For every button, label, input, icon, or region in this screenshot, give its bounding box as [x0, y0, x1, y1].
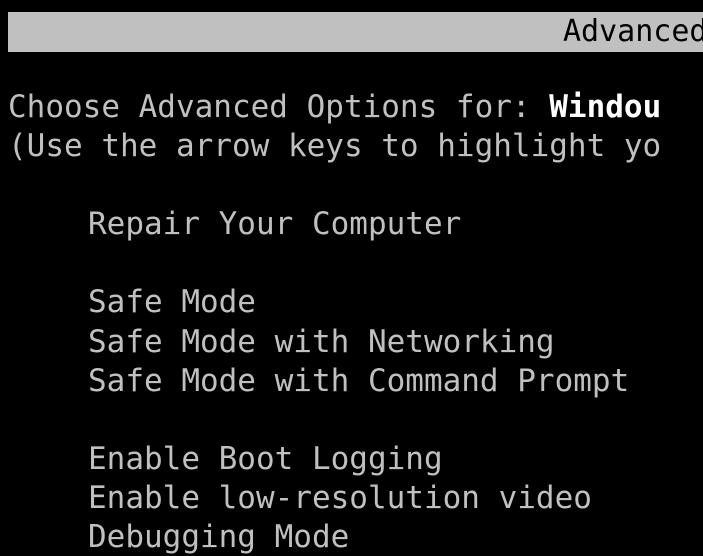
title-bar-label: Advanced — [563, 14, 703, 49]
menu-item-safe-mode-command-prompt[interactable]: Safe Mode with Command Prompt — [88, 362, 629, 400]
prompt-prefix: Choose Advanced Options for: — [8, 89, 550, 125]
menu-item-safe-mode-networking[interactable]: Safe Mode with Networking — [88, 323, 555, 361]
menu-item-repair-your-computer[interactable]: Repair Your Computer — [88, 205, 461, 243]
menu-item-debugging-mode[interactable]: Debugging Mode — [88, 518, 349, 556]
operating-system-name: Windou — [549, 89, 662, 125]
advanced-options-prompt: Choose Advanced Options for: Windou — [8, 88, 661, 126]
menu-item-safe-mode[interactable]: Safe Mode — [88, 283, 256, 321]
navigation-instruction: (Use the arrow keys to highlight yo — [8, 128, 662, 164]
boot-options-screen: Advanced Choose Advanced Options for: Wi… — [0, 0, 703, 556]
title-bar: Advanced — [8, 12, 703, 52]
menu-item-enable-boot-logging[interactable]: Enable Boot Logging — [88, 440, 443, 478]
menu-item-enable-low-resolution-video[interactable]: Enable low-resolution video — [88, 479, 592, 517]
